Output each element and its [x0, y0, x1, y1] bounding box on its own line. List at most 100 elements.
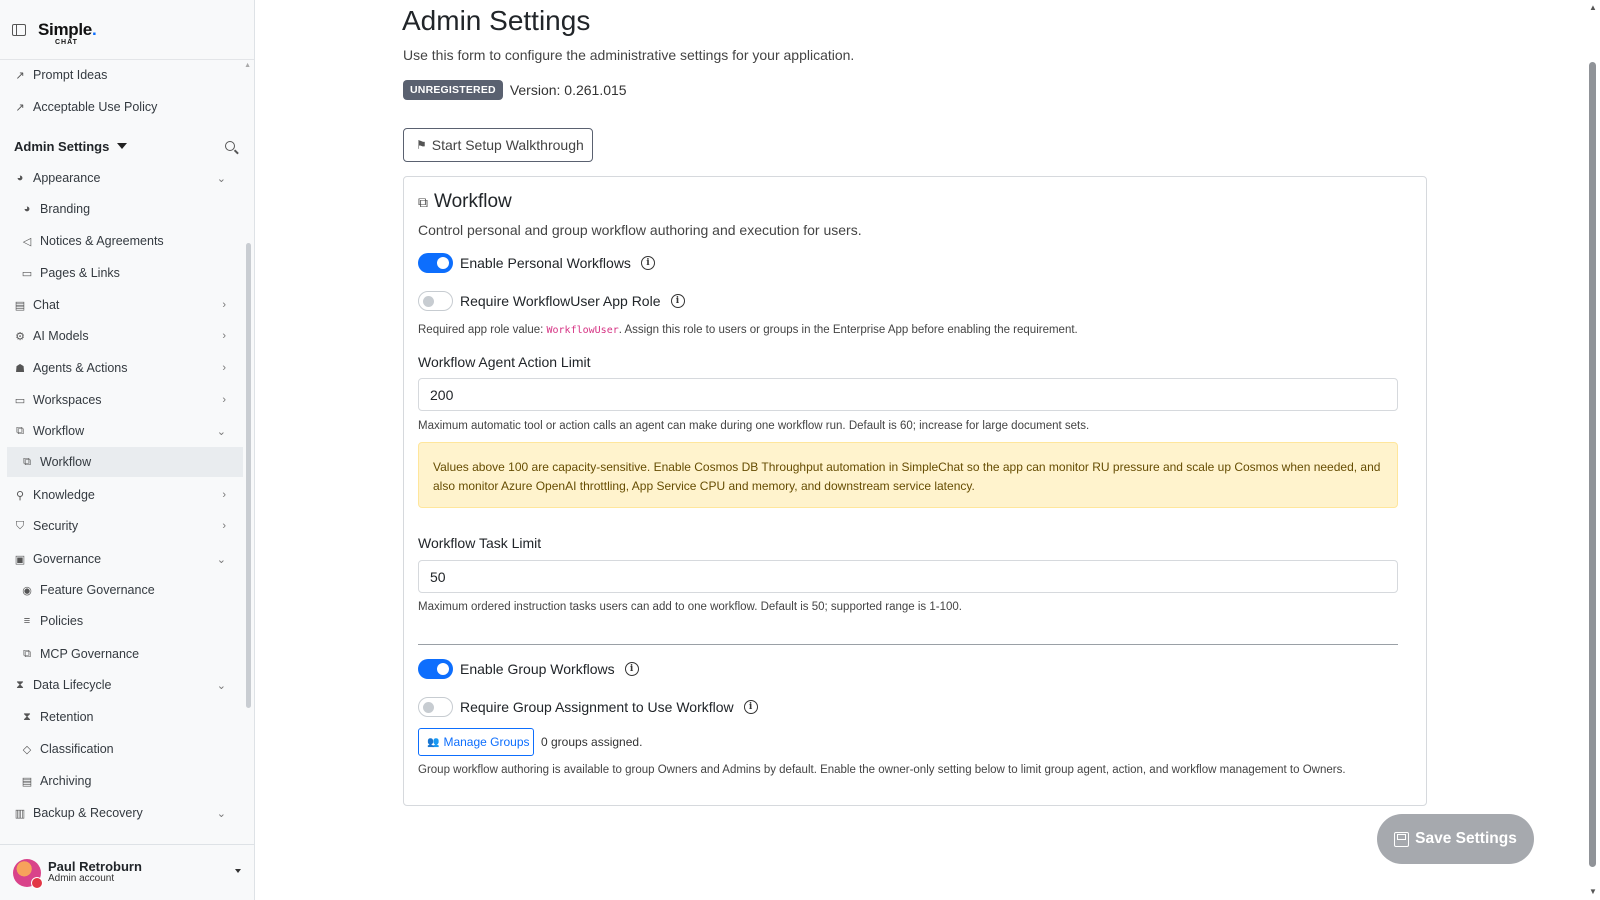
scroll-up-icon[interactable]: ▲: [1589, 3, 1597, 12]
sidebar-nav: ↗ Prompt Ideas ↗ Acceptable Use Policy A…: [0, 60, 254, 844]
version-row: UNREGISTERED Version: 0.261.015: [403, 80, 627, 100]
chevron-right-icon: ›: [222, 394, 226, 406]
require-group-assignment-row: Require Group Assignment to Use Workflow…: [418, 697, 758, 717]
workflow-icon: ⧉: [23, 455, 31, 468]
workflow-icon: ⧉: [16, 424, 24, 437]
enable-group-workflows-row: Enable Group Workflows i: [418, 659, 639, 679]
floppy-disk-icon: [1394, 831, 1410, 847]
chevron-down-icon: ⌄: [216, 679, 226, 692]
people-icon: 👥: [427, 736, 440, 748]
app-logo[interactable]: Simple. CHAT: [38, 21, 97, 46]
sidebar-item-policies[interactable]: ≡ Policies: [0, 606, 242, 636]
sidebar-link-acceptable-use[interactable]: ↗ Acceptable Use Policy: [0, 92, 242, 122]
info-icon[interactable]: i: [640, 256, 655, 270]
archive-icon: ▤: [21, 775, 33, 788]
sidebar-item-archiving[interactable]: ▤ Archiving: [0, 766, 242, 796]
save-settings-button[interactable]: Save Settings: [1377, 814, 1534, 864]
megaphone-icon: ◁: [22, 235, 32, 248]
enable-group-workflows-toggle[interactable]: [418, 659, 453, 679]
sidebar-item-classification[interactable]: ◇ Classification: [0, 734, 242, 764]
sidebar-scroll-up-icon[interactable]: ▲: [244, 62, 251, 69]
chevron-down-icon: ⌄: [216, 807, 226, 820]
sidebar-item-notices[interactable]: ◁ Notices & Agreements: [0, 226, 242, 256]
require-role-row: Require WorkflowUser App Role i: [418, 291, 685, 311]
scroll-thumb[interactable]: [1589, 62, 1596, 867]
sidebar-item-branding[interactable]: ◕ Branding: [0, 194, 242, 224]
database-icon: ▥: [14, 807, 26, 820]
sidebar-scrollbar[interactable]: [246, 243, 251, 708]
sidebar-item-knowledge[interactable]: ⚲ Knowledge ›: [0, 480, 242, 510]
task-limit-help: Maximum ordered instruction tasks users …: [418, 601, 962, 613]
avatar: [13, 858, 43, 889]
sidebar-link-prompt-ideas[interactable]: ↗ Prompt Ideas: [0, 60, 242, 90]
sidebar-item-feature-governance[interactable]: ◉ Feature Governance: [0, 575, 242, 605]
task-limit-label: Workflow Task Limit: [418, 535, 542, 551]
page-scrollbar[interactable]: ▲ ▼: [1586, 0, 1600, 900]
start-setup-walkthrough-button[interactable]: ⚑ Start Setup Walkthrough: [403, 128, 593, 162]
external-link-icon: ↗: [15, 101, 25, 114]
sidebar-item-workflow-group[interactable]: ⧉ Workflow ⌄: [0, 416, 242, 446]
chevron-right-icon: ›: [222, 362, 226, 374]
folder-icon: ▭: [14, 394, 26, 407]
sidebar-item-mcp-governance[interactable]: ⧉ MCP Governance: [0, 639, 242, 669]
chevron-right-icon: ›: [222, 330, 226, 342]
caret-down-icon: [117, 143, 128, 149]
sidebar-item-security[interactable]: ⛉ Security ›: [0, 511, 242, 541]
external-link-icon: ↗: [15, 69, 25, 82]
hourglass-icon: ⧗: [16, 678, 24, 691]
require-workflowuser-role-toggle[interactable]: [418, 291, 453, 311]
user-menu[interactable]: Paul Retroburn Admin account: [0, 844, 254, 900]
tag-icon: ◇: [22, 743, 32, 756]
info-icon[interactable]: i: [670, 294, 685, 308]
sidebar-item-ai-models[interactable]: ⚙ AI Models ›: [0, 321, 242, 351]
status-badge: UNREGISTERED: [403, 80, 503, 100]
manage-groups-button[interactable]: 👥 Manage Groups: [418, 728, 534, 756]
user-name: Paul Retroburn: [48, 859, 142, 875]
workflow-icon: ⧉: [418, 193, 428, 210]
sidebar-item-workspaces[interactable]: ▭ Workspaces ›: [0, 385, 242, 415]
card-title: Workflow: [434, 191, 512, 212]
enable-personal-workflows-toggle[interactable]: [418, 253, 453, 273]
sidebar-item-appearance[interactable]: ◕ Appearance ⌄: [0, 163, 242, 193]
action-limit-input[interactable]: 200: [418, 378, 1398, 411]
admin-settings-section-toggle[interactable]: Admin Settings: [14, 131, 242, 161]
sidebar-item-backup-recovery[interactable]: ▥ Backup & Recovery ⌄: [0, 798, 242, 828]
task-limit-input[interactable]: 50: [418, 560, 1398, 593]
version-text: Version: 0.261.015: [509, 82, 627, 98]
scroll-down-icon[interactable]: ▼: [1589, 887, 1597, 896]
info-icon[interactable]: i: [624, 662, 639, 676]
role-help-text: Required app role value: WorkflowUser. A…: [418, 324, 1078, 336]
group-help-text: Group workflow authoring is available to…: [418, 764, 1346, 776]
sidebar-item-workflow[interactable]: ⧉ Workflow: [7, 447, 243, 477]
require-group-assignment-toggle[interactable]: [418, 697, 453, 717]
page-title: Admin Settings: [402, 5, 591, 36]
role-value-code: WorkflowUser: [546, 325, 619, 336]
action-limit-label: Workflow Agent Action Limit: [418, 354, 591, 370]
sidebar-toggle-icon[interactable]: [12, 23, 26, 36]
sidebar-item-agents-actions[interactable]: ☗ Agents & Actions ›: [0, 353, 242, 383]
caret-down-icon[interactable]: [235, 869, 241, 873]
search-icon[interactable]: [225, 141, 235, 151]
enable-personal-workflows-row: Enable Personal Workflows i: [418, 253, 655, 273]
sidebar-item-data-lifecycle[interactable]: ⧗ Data Lifecycle ⌄: [0, 670, 242, 700]
groups-assigned-text: 0 groups assigned.: [541, 735, 643, 749]
palette-icon: ◕: [16, 172, 24, 184]
pages-icon: ▭: [21, 267, 33, 280]
shield-icon: ⛉: [15, 519, 25, 532]
card-header: ⧉ Workflow: [418, 191, 512, 213]
info-icon[interactable]: i: [743, 700, 758, 714]
sidebar-item-governance[interactable]: ▣ Governance ⌄: [0, 544, 242, 574]
sliders-icon: ≡: [23, 615, 31, 627]
robot-icon: ☗: [15, 362, 25, 375]
user-role: Admin account: [48, 873, 115, 885]
chevron-down-icon: ⌄: [216, 553, 226, 566]
chevron-down-icon: ⌄: [216, 425, 226, 438]
workflow-icon: ⧉: [23, 647, 31, 660]
workflow-settings-card: ⧉ Workflow Control personal and group wo…: [403, 176, 1427, 806]
sidebar-item-chat[interactable]: ▤ Chat ›: [0, 290, 242, 320]
chevron-down-icon: ⌄: [216, 172, 226, 185]
sidebar-item-pages-links[interactable]: ▭ Pages & Links: [0, 258, 242, 288]
chat-icon: ▤: [14, 299, 26, 312]
chevron-right-icon: ›: [222, 489, 226, 501]
sidebar-item-retention[interactable]: ⧗ Retention: [0, 702, 242, 732]
